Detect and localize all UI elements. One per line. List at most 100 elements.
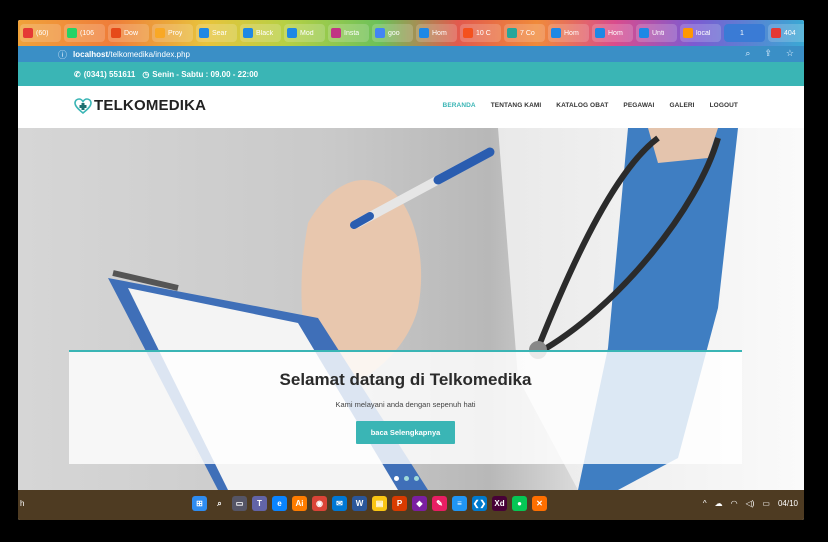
browser-tab[interactable]: (60) [20,24,61,42]
line-icon[interactable]: ● [512,496,527,511]
tab-favicon-icon [67,28,77,38]
browser-tab[interactable]: (106 [64,24,105,42]
address-bar[interactable]: ⓘ localhost/telkomedika/index.php ⌕ ⇪ ☆ [18,46,804,62]
windows-taskbar: h ⊞ ⌕ ▭ T e Ai ◉ ✉ W ▤ P ◆ ✎ ≡ ❮❯ Xd ● ✕… [18,490,804,520]
browser-tab-label: Unti [652,29,665,37]
browser-tab[interactable]: 404 [768,24,804,42]
taskbar-app-icons: ⊞ ⌕ ▭ T e Ai ◉ ✉ W ▤ P ◆ ✎ ≡ ❮❯ Xd ● ✕ [192,496,547,511]
nav-item-beranda[interactable]: BERANDA [443,102,476,109]
browser-tab-strip: (60) (106 Dow Proy Sear Black Mod Insta goo Hom 10… [18,20,804,46]
browser-tab-label: 1 [740,29,744,37]
nav-item-tentang-kami[interactable]: TENTANG KAMI [491,102,542,109]
browser-tab-label: Mod [300,29,314,37]
browser-tab[interactable]: 7 Co [504,24,545,42]
browser-tab-label: Black [256,29,274,37]
browser-tab[interactable]: Hom [592,24,633,42]
hero-carousel[interactable]: Selamat datang di Telkomedika Kami melay… [18,128,804,490]
chrome-icon[interactable]: ◉ [312,496,327,511]
phone-icon: ✆ [74,69,81,79]
hero-title: Selamat datang di Telkomedika [279,370,532,389]
browser-tab[interactable]: Black [240,24,281,42]
tab-favicon-icon [551,28,561,38]
browser-tab[interactable]: 10 C [460,24,501,42]
browser-tab[interactable]: local [680,24,721,42]
carousel-indicators [394,476,419,481]
tab-favicon-icon [155,28,165,38]
browser-tab-label: Hom [432,29,447,37]
carousel-dot[interactable] [404,476,409,481]
nav-item-pegawai[interactable]: PEGAWAI [623,102,654,109]
browser-tab[interactable]: Dow [108,24,149,42]
browser-tab-label: Hom [608,29,623,37]
browser-tab-label: (106 [80,29,95,37]
address-bar-actions: ⌕ ⇪ ☆ [745,48,794,59]
browser-tab-label: Hom [564,29,579,37]
notepad-icon[interactable]: ≡ [452,496,467,511]
phone-number: (0341) 551611 [83,69,136,79]
teams-icon[interactable]: T [252,496,267,511]
hero-caption: Selamat datang di Telkomedika Kami melay… [69,350,742,464]
star-icon[interactable]: ☆ [786,48,794,59]
paint-icon[interactable]: ✎ [432,496,447,511]
tab-favicon-icon [595,28,605,38]
laptop-screen: (60) (106 Dow Proy Sear Black Mod Insta goo Hom 10… [18,20,804,520]
xampp-icon[interactable]: ✕ [532,496,547,511]
battery-icon[interactable]: ▭ [762,499,770,508]
nav-item-galeri[interactable]: GALERI [669,102,694,109]
vscode-icon[interactable]: ❮❯ [472,496,487,511]
browser-tab[interactable]: Proy [152,24,193,42]
task-view-icon[interactable]: ▭ [232,496,247,511]
carousel-dot[interactable] [394,476,399,481]
browser-tab-label: 7 Co [520,29,535,37]
file-explorer-icon[interactable]: ▤ [372,496,387,511]
search-icon[interactable]: ⌕ [745,48,750,59]
tab-favicon-icon [111,28,121,38]
tab-favicon-icon [375,28,385,38]
figma-icon[interactable]: ◆ [412,496,427,511]
browser-tab[interactable]: Insta [328,24,369,42]
browser-tab[interactable]: Mod [284,24,325,42]
tab-favicon-icon [23,28,33,38]
chevron-up-icon[interactable]: ^ [703,499,707,508]
browser-tab[interactable]: Hom [416,24,457,42]
browser-tab-label: 10 C [476,29,491,37]
search-icon[interactable]: ⌕ [212,496,227,511]
carousel-dot[interactable] [414,476,419,481]
browser-tab-label: 404 [784,29,796,37]
tab-favicon-icon [331,28,341,38]
illustrator-icon[interactable]: Ai [292,496,307,511]
wifi-icon[interactable]: ◠ [731,499,738,508]
main-navbar: TELKOMEDIKA BERANDA TENTANG KAMI KATALOG O… [18,86,804,128]
browser-tab[interactable]: Hom [548,24,589,42]
word-icon[interactable]: W [352,496,367,511]
cloud-icon[interactable]: ☁ [715,499,723,508]
browser-tab-label: Insta [344,29,360,37]
url-text[interactable]: localhost/telkomedika/index.php [73,50,190,59]
tab-favicon-icon [287,28,297,38]
clock-text[interactable]: 04/10 [778,499,798,508]
edge-icon[interactable]: e [272,496,287,511]
volume-icon[interactable]: ◁) [746,499,755,508]
tab-favicon-icon [507,28,517,38]
browser-tab-label: (60) [36,29,49,37]
tab-favicon-icon [463,28,473,38]
tab-favicon-icon [199,28,209,38]
browser-tab[interactable]: Sear [196,24,237,42]
windows-start-icon[interactable]: ⊞ [192,496,207,511]
tab-favicon-icon [683,28,693,38]
share-icon[interactable]: ⇪ [764,48,772,59]
adobe-xd-icon[interactable]: Xd [492,496,507,511]
brand-logo[interactable]: TELKOMEDIKA [74,97,206,114]
tab-favicon-icon [771,28,781,38]
medical-cross-logo-icon [74,97,92,114]
nav-item-logout[interactable]: LOGOUT [710,102,738,109]
browser-tab[interactable]: Unti [636,24,677,42]
info-icon[interactable]: ⓘ [58,48,67,61]
powerpoint-icon[interactable]: P [392,496,407,511]
read-more-button[interactable]: baca Selengkapnya [355,421,456,444]
mail-icon[interactable]: ✉ [332,496,347,511]
nav-item-katalog-obat[interactable]: KATALOG OBAT [556,102,608,109]
browser-tab[interactable]: 1 [724,24,765,42]
browser-tab[interactable]: goo [372,24,413,42]
browser-tab-label: local [696,29,711,37]
